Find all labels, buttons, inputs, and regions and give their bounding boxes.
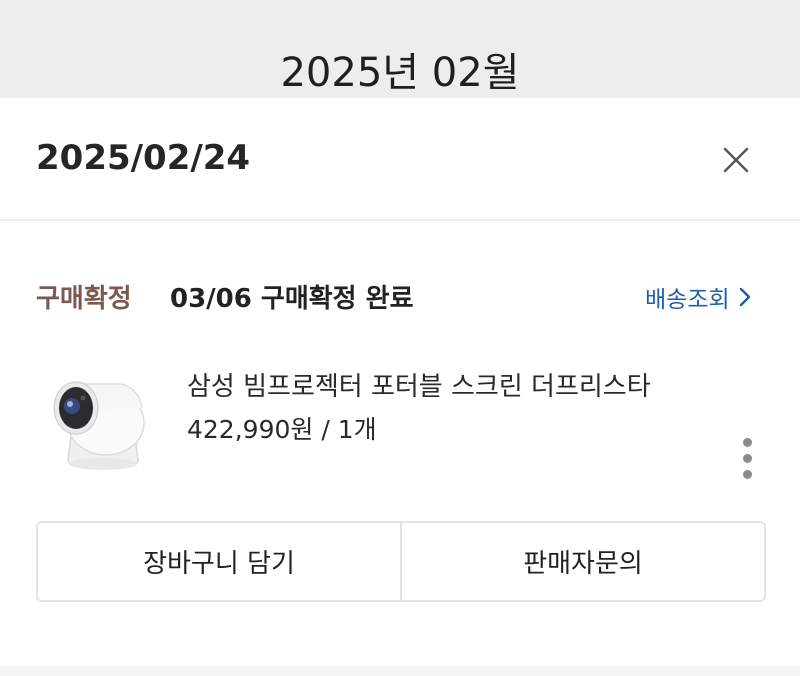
contact-seller-button[interactable]: 판매자문의 [400, 523, 764, 600]
bottom-divider [0, 666, 800, 676]
chevron-right-icon [739, 287, 750, 307]
order-date: 2025/02/24 [36, 138, 251, 178]
order-detail-sheet: 2025/02/24 구매확정 03/06 구매확정 완료 배송조회 삼성 빔프… [0, 98, 800, 676]
order-status-detail: 03/06 구매확정 완료 [170, 284, 414, 314]
product-name[interactable]: 삼성 빔프로젝터 포터블 스크린 더프리스타 [187, 366, 651, 403]
tracking-link-label: 배송조회 [645, 287, 730, 313]
month-title: 2025년 02월 [280, 50, 520, 96]
tracking-link[interactable]: 배송조회 [645, 280, 752, 314]
month-header: 2025년 02월 [0, 0, 800, 98]
product-price-quantity: 422,990원 / 1개 [187, 415, 377, 444]
add-to-cart-button[interactable]: 장바구니 담기 [38, 523, 400, 600]
divider [0, 219, 800, 221]
close-icon[interactable] [722, 146, 750, 174]
action-buttons: 장바구니 담기 판매자문의 [36, 521, 766, 602]
order-status-label: 구매확정 [36, 284, 132, 314]
product-image[interactable] [42, 368, 154, 478]
more-vertical-icon[interactable] [735, 438, 759, 484]
